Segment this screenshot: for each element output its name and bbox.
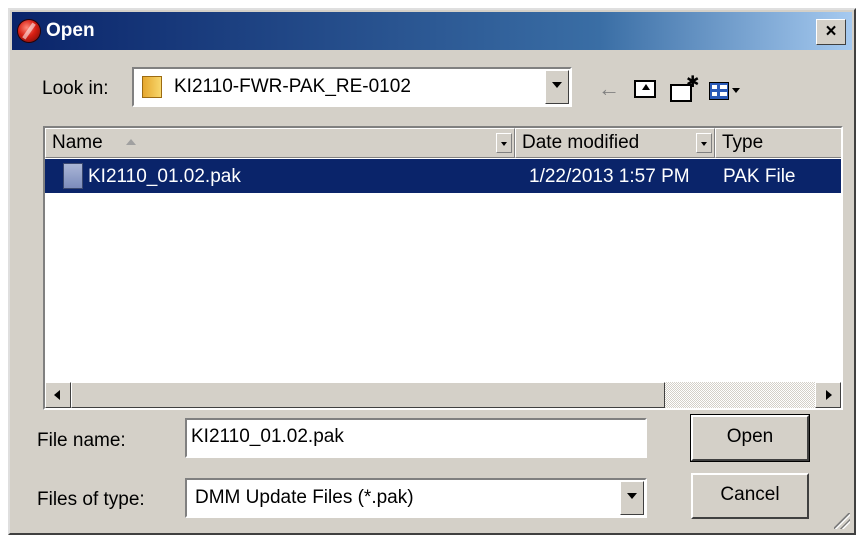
open-dialog: Open × Look in: KI2110-FWR-PAK_RE-0102 ←… bbox=[8, 8, 856, 535]
files-of-type-label: Files of type: bbox=[37, 489, 145, 510]
file-icon bbox=[63, 163, 83, 189]
view-menu-caret-icon[interactable] bbox=[732, 88, 740, 93]
look-in-dropdown[interactable]: KI2110-FWR-PAK_RE-0102 bbox=[132, 67, 572, 107]
file-name-input[interactable]: KI2110_01.02.pak bbox=[185, 418, 647, 458]
sort-ascending-icon bbox=[126, 139, 136, 145]
file-type-cell: PAK File bbox=[723, 166, 796, 187]
column-label-name: Name bbox=[52, 132, 103, 153]
chevron-down-icon[interactable] bbox=[620, 481, 644, 515]
file-list[interactable]: Name Date modified Type KI2110_01.02.pak… bbox=[43, 126, 843, 410]
app-icon bbox=[18, 20, 40, 42]
scrollbar-thumb[interactable] bbox=[71, 382, 665, 408]
file-name-label: File name: bbox=[37, 430, 126, 451]
column-header-date-modified[interactable]: Date modified bbox=[515, 128, 715, 158]
view-menu-icon[interactable] bbox=[709, 82, 729, 100]
scroll-right-icon[interactable] bbox=[815, 382, 841, 408]
column-label-date: Date modified bbox=[522, 132, 640, 153]
horizontal-scrollbar[interactable] bbox=[45, 382, 841, 408]
resize-grip-icon[interactable] bbox=[834, 513, 850, 529]
folder-icon bbox=[142, 76, 162, 98]
cancel-button[interactable]: Cancel bbox=[691, 473, 809, 519]
up-folder-icon[interactable] bbox=[634, 80, 656, 98]
list-item[interactable]: KI2110_01.02.pak 1/22/2013 1:57 PM PAK F… bbox=[45, 159, 841, 193]
column-header-name[interactable]: Name bbox=[45, 128, 515, 158]
date-modified-cell: 1/22/2013 1:57 PM bbox=[529, 166, 690, 187]
back-arrow-icon[interactable]: ← bbox=[598, 78, 624, 102]
sparkle-icon: ✱ bbox=[686, 74, 700, 91]
window-title: Open bbox=[46, 20, 95, 41]
close-button[interactable]: × bbox=[816, 19, 846, 45]
title-bar[interactable]: Open × bbox=[12, 12, 852, 50]
column-label-type: Type bbox=[722, 132, 764, 153]
column-header-type[interactable]: Type bbox=[715, 128, 841, 158]
column-dropdown-date[interactable] bbox=[696, 133, 712, 153]
scroll-left-icon[interactable] bbox=[45, 382, 71, 408]
open-button[interactable]: Open bbox=[690, 414, 810, 462]
list-header: Name Date modified Type bbox=[45, 128, 841, 158]
file-name-cell: KI2110_01.02.pak bbox=[88, 166, 241, 187]
files-of-type-dropdown[interactable]: DMM Update Files (*.pak) bbox=[185, 478, 647, 518]
chevron-down-icon[interactable] bbox=[545, 70, 569, 104]
files-of-type-value: DMM Update Files (*.pak) bbox=[195, 487, 414, 508]
look-in-label: Look in: bbox=[42, 78, 109, 99]
look-in-value: KI2110-FWR-PAK_RE-0102 bbox=[174, 76, 411, 97]
column-dropdown-name[interactable] bbox=[496, 133, 512, 153]
